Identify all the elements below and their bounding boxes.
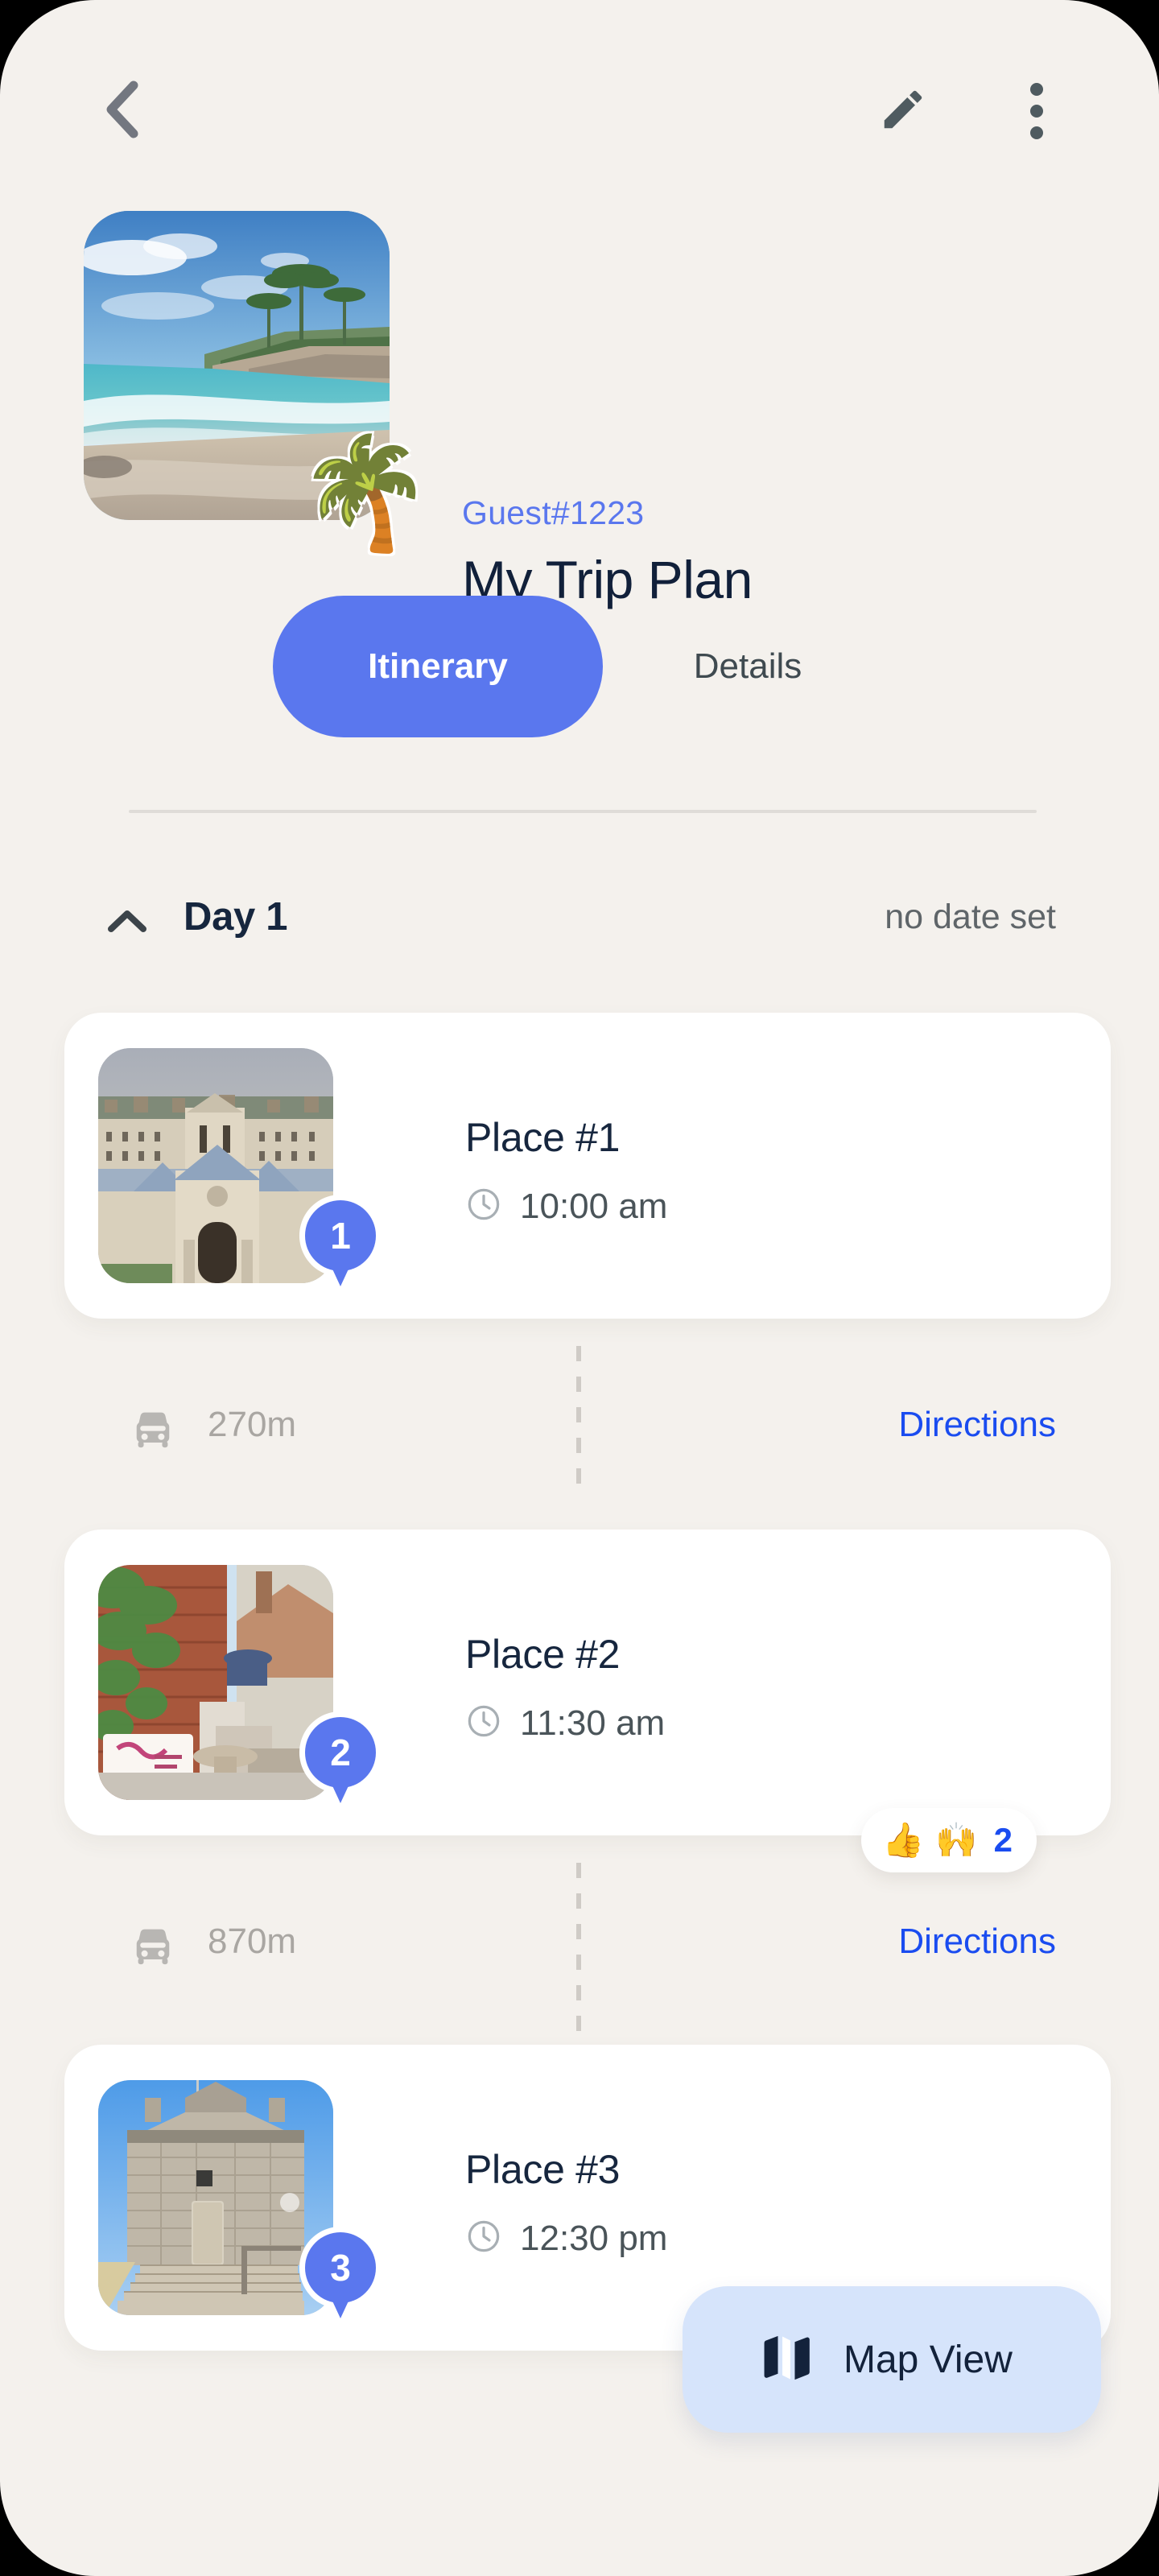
raising-hands-emoji: 🙌: [935, 1821, 978, 1859]
place-order-pin: 1: [296, 1191, 385, 1298]
travel-leg: 870m Directions: [0, 1900, 1159, 1996]
tab-itinerary[interactable]: Itinerary: [273, 596, 603, 737]
chevron-up-icon: [106, 907, 148, 939]
place-time-row: 11:30 am: [465, 1703, 665, 1744]
palm-tree-emoji: 🌴: [296, 431, 433, 554]
place-order-number: 1: [330, 1215, 351, 1257]
day-header: Day 1 no date set: [0, 874, 1159, 971]
reaction-count: 2: [993, 1821, 1013, 1859]
header-divider: [129, 810, 1037, 813]
place-name: Place #3: [465, 2147, 621, 2192]
place-card[interactable]: 2 Place #2 11:30 am: [64, 1530, 1111, 1835]
map-view-label: Map View: [843, 2338, 1013, 2381]
place-name: Place #1: [465, 1115, 621, 1160]
more-vertical-icon-dot: [1030, 126, 1043, 139]
phone-screen: 🌴 Guest#1223 My Trip Plan Itinerary Deta…: [0, 0, 1159, 2576]
place-order-pin: 3: [296, 2223, 385, 2330]
trip-cover-wrapper[interactable]: 🌴: [84, 211, 433, 547]
more-vertical-icon-dot: [1030, 105, 1043, 118]
travel-distance: 270m: [208, 1405, 297, 1444]
place-time-row: 12:30 pm: [465, 2218, 667, 2259]
place-order-number: 2: [330, 1732, 351, 1773]
day-collapse-toggle[interactable]: [97, 892, 158, 953]
car-icon: [127, 1404, 179, 1455]
place-time-row: 10:00 am: [465, 1186, 667, 1227]
top-bar: [0, 63, 1159, 159]
map-icon: [757, 2328, 816, 2392]
clock-icon: [465, 2218, 502, 2259]
trip-guest-label: Guest#1223: [462, 494, 645, 531]
directions-link[interactable]: Directions: [898, 1922, 1056, 1962]
directions-link[interactable]: Directions: [898, 1405, 1056, 1445]
place-time: 10:00 am: [520, 1186, 668, 1226]
place-name: Place #2: [465, 1632, 621, 1677]
reaction-chip[interactable]: 👍 🙌 2: [861, 1808, 1037, 1872]
trip-header: 🌴 Guest#1223 My Trip Plan: [0, 208, 1159, 609]
clock-icon: [465, 1703, 502, 1744]
tab-bar: Itinerary Details: [0, 596, 1159, 741]
back-button[interactable]: [89, 77, 156, 145]
clock-icon: [465, 1186, 502, 1227]
car-icon: [127, 1921, 179, 1972]
chevron-left-icon: [103, 79, 142, 144]
travel-distance: 870m: [208, 1922, 297, 1961]
place-card[interactable]: 1 Place #1 10:00 am: [64, 1013, 1111, 1319]
map-view-button[interactable]: Map View: [683, 2286, 1101, 2433]
edit-button[interactable]: [871, 79, 935, 143]
place-time: 11:30 am: [520, 1703, 666, 1743]
day-label: Day 1: [184, 895, 288, 939]
more-options-button[interactable]: [1004, 79, 1069, 143]
thumbs-up-emoji: 👍: [882, 1821, 925, 1859]
more-vertical-icon-dot: [1030, 83, 1043, 96]
place-order-pin: 2: [296, 1708, 385, 1814]
travel-leg: 270m Directions: [0, 1383, 1159, 1480]
pencil-icon: [878, 85, 928, 138]
place-order-number: 3: [330, 2247, 351, 2289]
tab-details[interactable]: Details: [603, 596, 893, 737]
day-date-label: no date set: [885, 898, 1056, 936]
place-time: 12:30 pm: [520, 2218, 668, 2258]
